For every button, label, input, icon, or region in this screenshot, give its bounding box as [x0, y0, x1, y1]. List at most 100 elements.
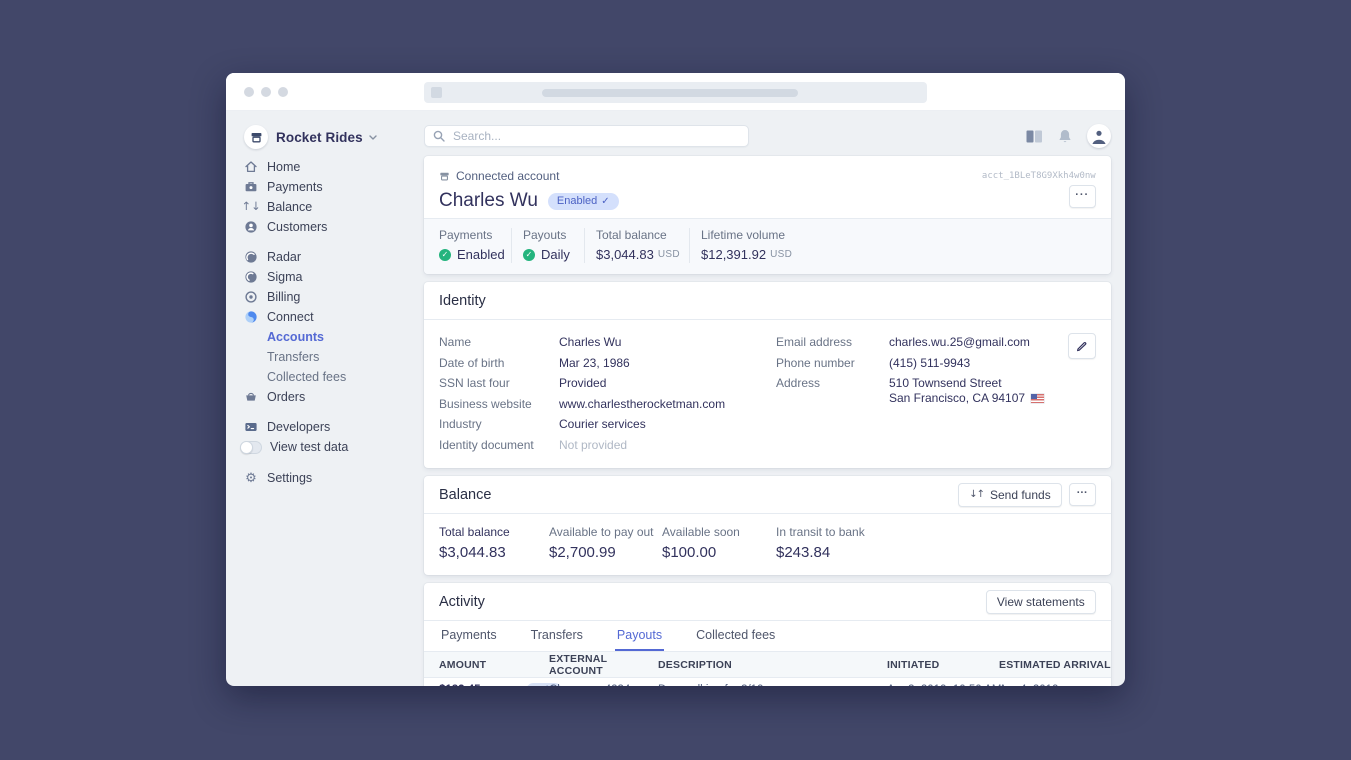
window-close-button[interactable]: [244, 87, 254, 97]
main-content: Connected account acct_1BLeT8G9Xkh4w0nw …: [424, 111, 1125, 686]
topbar-actions: [1026, 124, 1111, 148]
account-switcher[interactable]: Rocket Rides: [244, 125, 424, 149]
address-line-2: San Francisco, CA 94107: [889, 391, 1025, 405]
status-badge: Enabled: [548, 193, 619, 210]
section-title: Identity: [439, 293, 486, 309]
sidebar-item-payments[interactable]: Payments: [244, 177, 424, 197]
chevron-down-icon: [369, 135, 377, 140]
address-line-1: 510 Townsend Street: [889, 376, 1002, 390]
account-type-label: Connected account: [456, 169, 559, 183]
sidebar-item-label: Developers: [267, 420, 330, 434]
sidebar-item-radar[interactable]: Radar: [244, 247, 424, 267]
topbar: [424, 125, 1111, 147]
window-minimize-button[interactable]: [261, 87, 271, 97]
balance-overflow-button[interactable]: [1069, 483, 1096, 506]
rocket-rides-logo-icon: [244, 125, 268, 149]
identity-field-document: Identity documentNot provided: [439, 436, 776, 457]
check-circle-icon: [523, 249, 535, 261]
sidebar-item-label: Connect: [267, 310, 314, 324]
sidebar-item-label: Customers: [267, 220, 327, 234]
currency-label: USD: [770, 247, 792, 263]
sidebar-item-billing[interactable]: Billing: [244, 287, 424, 307]
test-data-toggle[interactable]: [240, 441, 262, 454]
tab-transfers[interactable]: Transfers: [529, 621, 585, 651]
balance-stat-soon: Available soon $100.00: [662, 525, 776, 562]
sidebar-item-customers[interactable]: Customers: [244, 217, 424, 237]
sidebar-item-home[interactable]: Home: [244, 157, 424, 177]
sidebar-item-accounts[interactable]: Accounts: [244, 327, 424, 347]
docs-book-icon[interactable]: [1026, 130, 1043, 143]
account-name: Charles Wu: [439, 190, 538, 212]
address-bar[interactable]: [424, 82, 927, 103]
balance-stat-total: Total balance $3,044.83: [439, 525, 549, 562]
table-row[interactable]: $183.45 USD Paid Chase •••• 4234 Dog-wal…: [424, 678, 1111, 686]
sidebar-item-settings[interactable]: ⚙ Settings: [244, 468, 424, 488]
payout-amount: $183.45: [439, 684, 481, 686]
home-icon: [244, 160, 258, 174]
view-statements-button[interactable]: View statements: [986, 590, 1096, 614]
bell-icon[interactable]: [1058, 129, 1072, 144]
sidebar-item-balance[interactable]: ↑↓ Balance: [244, 197, 424, 217]
user-avatar[interactable]: [1087, 124, 1111, 148]
sidebar-item-transfers[interactable]: Transfers: [244, 347, 424, 367]
business-name: Rocket Rides: [276, 130, 363, 145]
activity-card: Activity View statements Payments Transf…: [424, 583, 1111, 686]
radar-icon: [244, 250, 258, 264]
tab-payments[interactable]: Payments: [439, 621, 499, 651]
sidebar-item-label: Transfers: [267, 350, 319, 364]
sidebar-item-label: Radar: [267, 250, 301, 264]
tab-collected-fees[interactable]: Collected fees: [694, 621, 777, 651]
orders-icon: [244, 390, 258, 404]
sidebar-item-developers[interactable]: Developers: [244, 417, 424, 437]
identity-field-industry: IndustryCourier services: [439, 415, 776, 436]
payouts-table-header: AMOUNT EXTERNAL ACCOUNT DESCRIPTION INIT…: [424, 652, 1111, 678]
account-stats-bar: Payments Enabled Payouts Daily Total bal…: [424, 218, 1111, 274]
sidebar-item-label: Collected fees: [267, 370, 346, 384]
identity-field-dob: Date of birthMar 23, 1986: [439, 354, 776, 375]
pencil-icon: [1076, 341, 1087, 352]
sidebar-item-label: Home: [267, 160, 300, 174]
sidebar-item-connect[interactable]: Connect: [244, 307, 424, 327]
tab-payouts[interactable]: Payouts: [615, 621, 664, 651]
stat-lifetime-volume: Lifetime volume $12,391.92USD: [689, 228, 792, 263]
storefront-icon: [439, 171, 450, 182]
billing-icon: [244, 290, 258, 304]
identity-field-website: Business websitewww.charlestherocketman.…: [439, 395, 776, 416]
stat-payments: Payments Enabled: [424, 228, 511, 263]
check-icon: [597, 195, 609, 207]
sidebar-item-sigma[interactable]: Sigma: [244, 267, 424, 287]
sidebar-item-label: Balance: [267, 200, 312, 214]
gear-icon: ⚙: [244, 471, 258, 485]
identity-card: Identity NameCharles Wu Date of birthMar…: [424, 282, 1111, 468]
payout-estimated-arrival: Apr 4, 2019: [999, 684, 1111, 686]
favicon-placeholder: [431, 87, 442, 98]
browser-chrome: [226, 73, 1125, 111]
sidebar-item-collected-fees[interactable]: Collected fees: [244, 367, 424, 387]
identity-header: Identity: [424, 282, 1111, 320]
transfer-arrows-icon: ↓↑: [969, 489, 984, 500]
identity-field-name: NameCharles Wu: [439, 333, 776, 354]
window-zoom-button[interactable]: [278, 87, 288, 97]
sidebar-item-label: Sigma: [267, 270, 302, 284]
sidebar-item-view-test-data[interactable]: View test data: [244, 437, 424, 457]
sidebar-item-label: Orders: [267, 390, 305, 404]
section-title: Activity: [439, 594, 485, 610]
search-box[interactable]: [424, 125, 749, 147]
payout-initiated: Apr 3, 2019, 10:50 AM: [887, 684, 999, 686]
dashboard-app: Rocket Rides Home Payments ↑↓ Balance Cu…: [226, 111, 1125, 686]
payments-icon: [244, 180, 258, 194]
search-input[interactable]: [451, 128, 740, 144]
stat-total-balance: Total balance $3,044.83USD: [584, 228, 689, 263]
browser-window: Rocket Rides Home Payments ↑↓ Balance Cu…: [226, 73, 1125, 686]
account-overflow-button[interactable]: [1069, 185, 1096, 208]
payout-description: Dog-walking for 3/19: [658, 684, 887, 686]
balance-stat-transit: In transit to bank $243.84: [776, 525, 865, 562]
stat-payouts: Payouts Daily: [511, 228, 584, 263]
edit-identity-button[interactable]: [1068, 333, 1096, 359]
identity-body: NameCharles Wu Date of birthMar 23, 1986…: [424, 320, 1111, 468]
balance-stats: Total balance $3,044.83 Available to pay…: [424, 514, 1111, 575]
send-funds-button[interactable]: ↓↑Send funds: [958, 483, 1061, 507]
balance-stat-available: Available to pay out $2,700.99: [549, 525, 662, 562]
identity-field-email: Email addresscharles.wu.25@gmail.com: [776, 333, 1096, 354]
sidebar-item-orders[interactable]: Orders: [244, 387, 424, 407]
